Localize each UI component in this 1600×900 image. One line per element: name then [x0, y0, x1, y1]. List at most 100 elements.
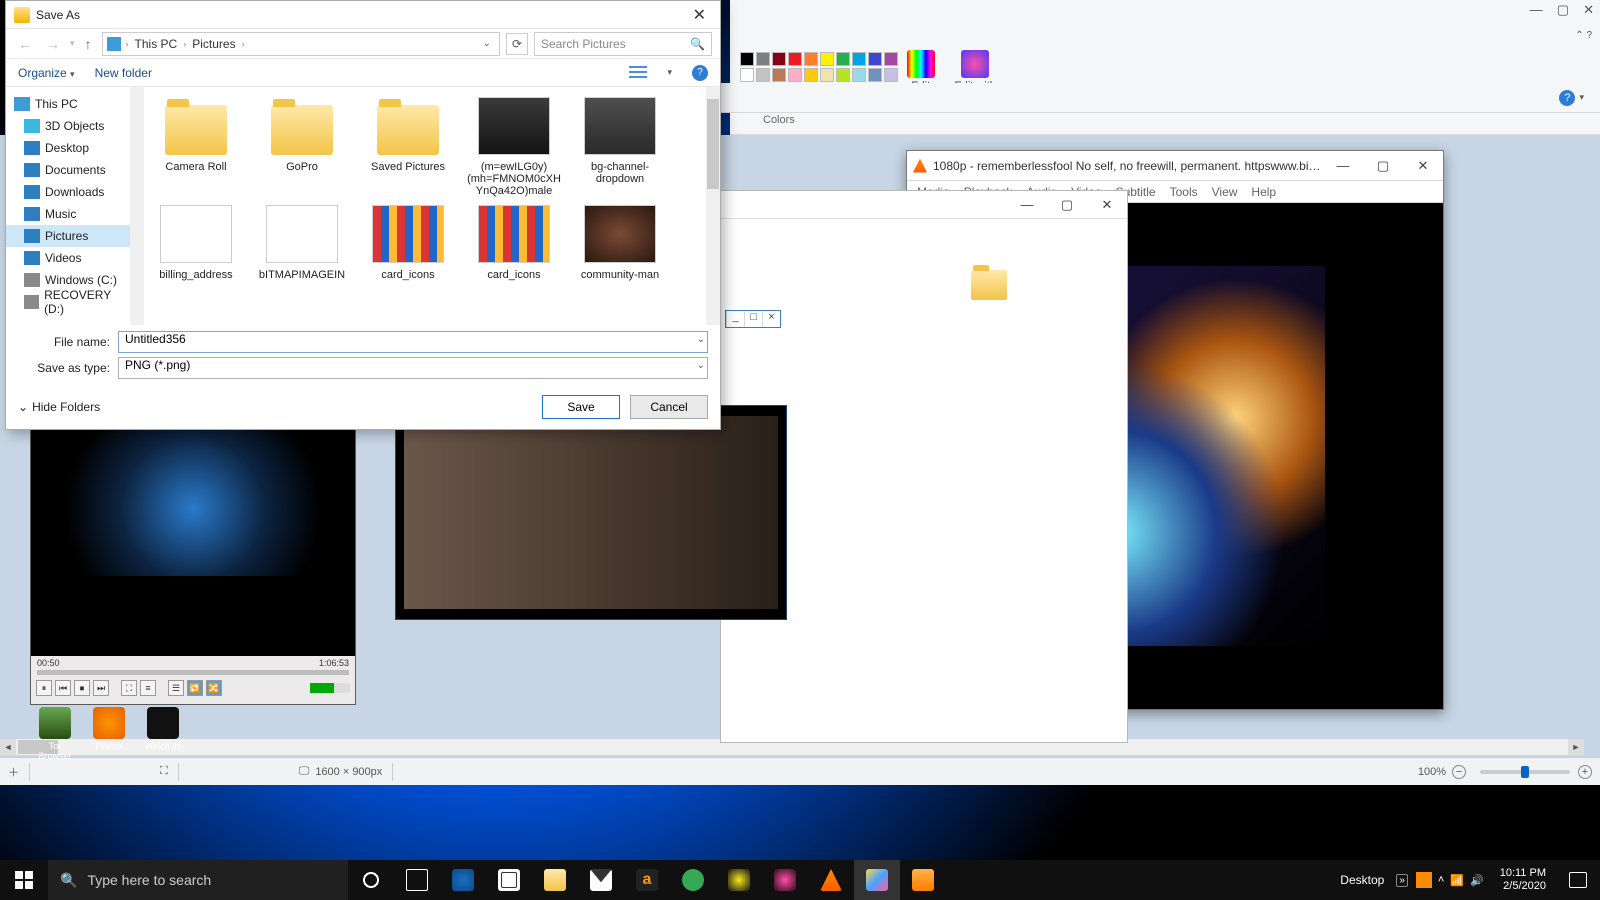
- chevron-right-icon[interactable]: ›: [181, 39, 188, 49]
- sidebar-item-recovery-d-[interactable]: RECOVERY (D:): [6, 291, 135, 313]
- filetype-dropdown-icon[interactable]: ⌄: [697, 360, 705, 371]
- mini-minimize-button[interactable]: _: [726, 311, 744, 327]
- sidebar-item-downloads[interactable]: Downloads: [6, 181, 135, 203]
- color-swatch[interactable]: [836, 68, 850, 82]
- start-button[interactable]: [0, 860, 48, 900]
- file-item[interactable]: card_icons: [356, 201, 460, 285]
- file-item[interactable]: billing_address: [144, 201, 248, 285]
- file-item[interactable]: Camera Roll: [144, 93, 248, 201]
- file-item[interactable]: Saved Pictures: [356, 93, 460, 201]
- tray-volume-icon[interactable]: 🔊: [1470, 874, 1484, 887]
- saveas-titlebar[interactable]: Save As ✕: [6, 1, 720, 29]
- color-swatch[interactable]: [836, 52, 850, 66]
- vlc-maximize-button[interactable]: ▢: [1363, 158, 1403, 174]
- color-swatch[interactable]: [804, 52, 818, 66]
- file-item[interactable]: (m=ewILG0y)(mh=FMNOM0cXHYnQa42O)male: [462, 93, 566, 201]
- blank-minimize-button[interactable]: —: [1007, 197, 1047, 212]
- taskbar-app-app3[interactable]: [900, 860, 946, 900]
- tray-overflow-icon[interactable]: ˄: [1438, 874, 1444, 886]
- color-swatch[interactable]: [788, 52, 802, 66]
- shuffle-button[interactable]: 🔀: [206, 680, 222, 696]
- file-item[interactable]: bg-channel-dropdown: [568, 93, 672, 201]
- loop-button[interactable]: 🔁: [187, 680, 203, 696]
- blank-close-button[interactable]: ✕: [1087, 197, 1127, 213]
- new-folder-button[interactable]: New folder: [95, 66, 152, 80]
- zoom-in-button[interactable]: +: [1578, 765, 1592, 779]
- taskbar-app-store[interactable]: [486, 860, 532, 900]
- nav-back-button[interactable]: ←: [14, 36, 36, 52]
- sidebar-item-this-pc[interactable]: This PC: [6, 93, 135, 115]
- files-scrollbar[interactable]: [706, 87, 720, 325]
- nav-up-button[interactable]: ↑: [81, 36, 96, 52]
- saveas-close-button[interactable]: ✕: [687, 5, 712, 25]
- filename-dropdown-icon[interactable]: ⌄: [697, 334, 705, 345]
- scroll-right-icon[interactable]: ►: [1568, 739, 1584, 755]
- color-swatch[interactable]: [868, 52, 882, 66]
- chevron-right-icon[interactable]: ›: [124, 39, 131, 49]
- sidebar-item-documents[interactable]: Documents: [6, 159, 135, 181]
- color-swatch[interactable]: [884, 52, 898, 66]
- taskbar-app-tripadvisor[interactable]: [670, 860, 716, 900]
- save-button[interactable]: Save: [542, 395, 620, 419]
- show-desktop-toolbar[interactable]: Desktop: [1332, 873, 1392, 887]
- prev-button[interactable]: ⏮: [55, 680, 71, 696]
- paint-help-icon[interactable]: ?: [1586, 30, 1592, 41]
- mini-close-button[interactable]: ×: [762, 311, 780, 327]
- stop-button[interactable]: ⏹: [74, 680, 90, 696]
- color-swatch[interactable]: [804, 68, 818, 82]
- sidebar-item-pictures[interactable]: Pictures: [6, 225, 135, 247]
- vlc-close-button[interactable]: ✕: [1403, 158, 1443, 174]
- filetype-select[interactable]: PNG (*.png) ⌄: [118, 357, 708, 379]
- sidebar-item-desktop[interactable]: Desktop: [6, 137, 135, 159]
- color-swatch[interactable]: [852, 52, 866, 66]
- file-item[interactable]: bITMAPIMAGEIN: [250, 201, 354, 285]
- vlc-small-video[interactable]: [31, 426, 355, 576]
- breadcrumb[interactable]: › This PC › Pictures › ⌄: [102, 32, 500, 56]
- tray-icon-1[interactable]: [1416, 872, 1432, 888]
- blank-window-titlebar[interactable]: — ▢ ✕: [721, 191, 1127, 219]
- zoom-slider[interactable]: [1480, 770, 1570, 774]
- sidebar-item-videos[interactable]: Videos: [6, 247, 135, 269]
- help-icon[interactable]: ?: [1559, 90, 1575, 106]
- view-mode-dropdown[interactable]: ▾: [667, 67, 672, 78]
- taskbar-app-paint[interactable]: [854, 860, 900, 900]
- desktop-icon-firefox[interactable]: Firefox: [88, 707, 130, 761]
- color-swatch[interactable]: [820, 52, 834, 66]
- vlc-titlebar[interactable]: 1080p - rememberlessfool No self, no fre…: [907, 151, 1443, 181]
- paint-close-icon[interactable]: ✕: [1583, 2, 1594, 18]
- path-dropdown-icon[interactable]: ⌄: [479, 38, 495, 49]
- taskbar-clock[interactable]: 10:11 PM 2/5/2020: [1492, 867, 1554, 893]
- hide-folders-toggle[interactable]: ⌄ Hide Folders: [18, 400, 100, 414]
- file-item[interactable]: GoPro: [250, 93, 354, 201]
- color-swatch[interactable]: [868, 68, 882, 82]
- desktop-toolbar-chevron[interactable]: »: [1396, 874, 1408, 887]
- ext-settings-button[interactable]: ≡: [140, 680, 156, 696]
- fullscreen-button[interactable]: ⛶: [121, 680, 137, 696]
- playlist-button[interactable]: ☰: [168, 680, 184, 696]
- tray-network-icon[interactable]: 📶: [1450, 874, 1464, 887]
- color-swatch[interactable]: [740, 52, 754, 66]
- refresh-button[interactable]: ⟳: [506, 33, 528, 55]
- cancel-button[interactable]: Cancel: [630, 395, 708, 419]
- color-swatch[interactable]: [820, 68, 834, 82]
- taskbar-search[interactable]: 🔍 Type here to search: [48, 860, 348, 900]
- color-swatch[interactable]: [884, 68, 898, 82]
- video-window-2[interactable]: [395, 405, 787, 620]
- vlc-menu-help[interactable]: Help: [1251, 185, 1276, 199]
- taskbar-app-vlc[interactable]: [808, 860, 854, 900]
- color-swatch[interactable]: [756, 52, 770, 66]
- volume-slider[interactable]: [310, 683, 350, 693]
- taskbar-app-edge[interactable]: [440, 860, 486, 900]
- next-button[interactable]: ⏭: [93, 680, 109, 696]
- taskbar-app-mail[interactable]: [578, 860, 624, 900]
- taskbar-app-app2[interactable]: [762, 860, 808, 900]
- taskbar-app-task-view[interactable]: [394, 860, 440, 900]
- file-item[interactable]: card_icons: [462, 201, 566, 285]
- action-center-button[interactable]: [1558, 860, 1598, 900]
- breadcrumb-pictures[interactable]: Pictures: [188, 37, 239, 51]
- desktop-folder-item[interactable]: New folder: [962, 270, 1016, 315]
- taskbar-app-app1[interactable]: [716, 860, 762, 900]
- color-swatch[interactable]: [740, 68, 754, 82]
- desktop-icon-watch-thi[interactable]: Watch thi: [142, 707, 184, 761]
- search-input[interactable]: Search Pictures 🔍: [534, 32, 712, 56]
